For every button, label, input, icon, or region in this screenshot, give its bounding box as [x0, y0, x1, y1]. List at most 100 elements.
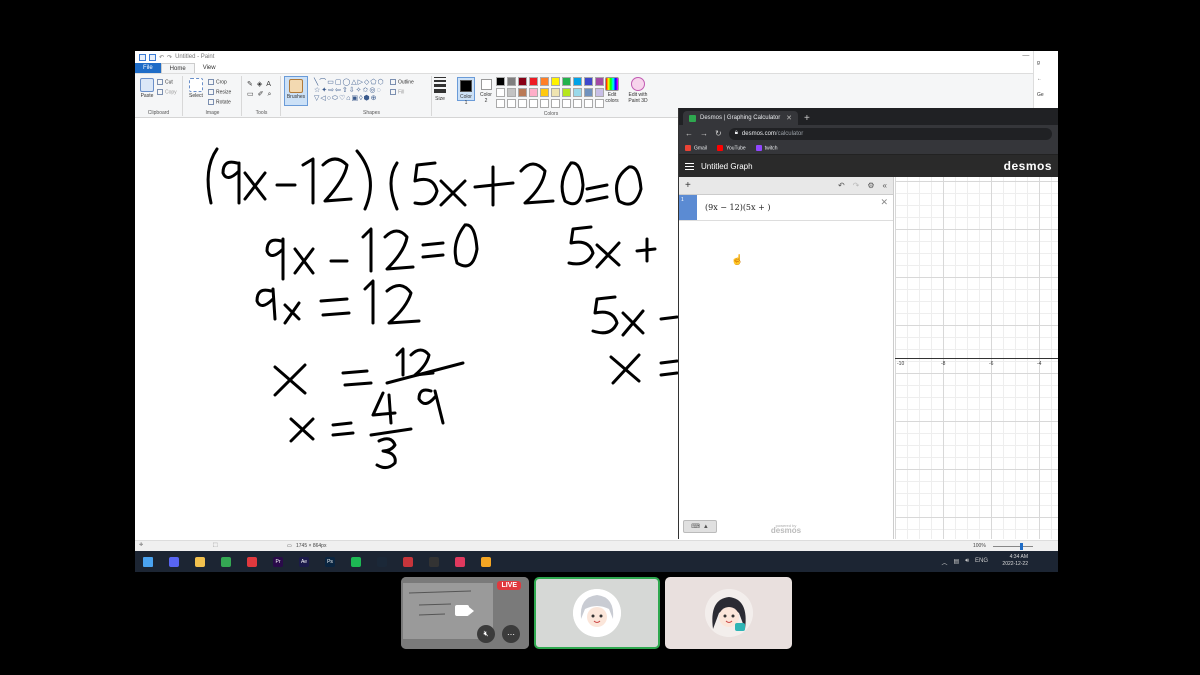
- fill-button[interactable]: Fill: [390, 89, 404, 95]
- app-red-icon[interactable]: [403, 556, 413, 567]
- delete-expression-icon[interactable]: ✕: [875, 195, 893, 220]
- premiere-icon[interactable]: Pr: [273, 556, 283, 567]
- color-swatch[interactable]: [518, 99, 527, 108]
- add-item-icon[interactable]: +: [685, 180, 691, 191]
- pencil-icon[interactable]: ✎: [247, 81, 257, 88]
- expression-row[interactable]: 1 (9x − 12)(5x + ) ✕: [679, 195, 893, 221]
- photoshop-icon[interactable]: Ps: [325, 556, 335, 567]
- color-swatch[interactable]: [540, 88, 549, 97]
- eraser-icon[interactable]: ▭: [247, 91, 258, 98]
- color-swatch[interactable]: [584, 77, 593, 86]
- edit-paint3d-button[interactable]: Edit with Paint 3D: [625, 77, 651, 104]
- background-chrome-window[interactable]: g ← Ge: [1033, 51, 1058, 108]
- chrome-icon[interactable]: [221, 556, 231, 567]
- color-swatch[interactable]: [507, 88, 516, 97]
- fill-icon[interactable]: ◈: [257, 81, 266, 88]
- collapse-icon[interactable]: «: [883, 181, 887, 190]
- resize-button[interactable]: Resize: [208, 89, 231, 95]
- tab-close-icon[interactable]: ✕: [786, 114, 792, 122]
- steam-icon[interactable]: [377, 556, 387, 567]
- color-swatch[interactable]: [496, 77, 505, 86]
- tab-file[interactable]: File: [135, 63, 161, 73]
- edit-colors-button[interactable]: Edit colors: [603, 77, 621, 104]
- screen-share-tile[interactable]: LIVE 🔇︎ ⋯: [401, 577, 529, 649]
- color-swatch[interactable]: [507, 77, 516, 86]
- back-icon[interactable]: ←: [685, 129, 693, 138]
- rotate-button[interactable]: Rotate: [208, 99, 231, 105]
- text-tool-icon[interactable]: A: [266, 81, 275, 88]
- tab-view[interactable]: View: [195, 63, 224, 73]
- expression-input[interactable]: (9x − 12)(5x + ): [697, 195, 875, 220]
- color-swatch[interactable]: [496, 99, 505, 108]
- color-swatch[interactable]: [496, 88, 505, 97]
- graph-title[interactable]: Untitled Graph: [701, 162, 753, 171]
- minimize-icon[interactable]: —: [1022, 52, 1029, 60]
- color-swatch[interactable]: [584, 88, 593, 97]
- paint-icon[interactable]: [481, 556, 491, 567]
- windows-icon[interactable]: [143, 556, 153, 567]
- color-swatch[interactable]: [562, 77, 571, 86]
- color-picker-icon[interactable]: ✐: [258, 91, 268, 98]
- settings-gear-icon[interactable]: ⚙: [867, 181, 874, 190]
- save-icon[interactable]: [149, 53, 156, 61]
- participant-tile[interactable]: [665, 577, 792, 649]
- size-button[interactable]: Size: [431, 77, 449, 102]
- participant-tile[interactable]: [534, 577, 660, 649]
- paste-button[interactable]: Paste: [139, 78, 155, 99]
- color2-button[interactable]: Color 2: [479, 77, 493, 104]
- back-icon[interactable]: ←: [1037, 71, 1055, 87]
- color1-button[interactable]: Color 1: [457, 77, 475, 106]
- volume-icon[interactable]: 🔊︎: [965, 558, 969, 567]
- network-icon[interactable]: ▤: [954, 558, 960, 567]
- chrome-tab-desmos[interactable]: Desmos | Graphing Calculator ✕: [683, 111, 798, 125]
- copy-button[interactable]: Copy: [157, 89, 177, 95]
- bookmark-gmail[interactable]: Gmail: [685, 144, 707, 151]
- color-swatch[interactable]: [551, 99, 560, 108]
- zoom-slider-thumb[interactable]: [1020, 543, 1023, 550]
- color-swatch[interactable]: [518, 77, 527, 86]
- redo-icon[interactable]: ↷: [853, 181, 860, 190]
- color-swatch[interactable]: [507, 99, 516, 108]
- color-swatch[interactable]: [562, 88, 571, 97]
- undo-icon[interactable]: ↶: [159, 54, 164, 61]
- redo-icon[interactable]: ↷: [167, 54, 172, 61]
- language-indicator[interactable]: ENG: [975, 558, 988, 567]
- mute-icon[interactable]: 🔇︎: [477, 625, 495, 643]
- graph-paper[interactable]: -10 -8 -6 -4: [895, 177, 1058, 539]
- opera-icon[interactable]: [247, 556, 257, 567]
- brushes-button[interactable]: Brushes: [284, 76, 308, 106]
- outline-button[interactable]: Outline: [390, 79, 414, 85]
- clock[interactable]: 4:34 AM 2022-12-22: [1002, 554, 1028, 568]
- color-swatch[interactable]: [562, 99, 571, 108]
- discord-icon[interactable]: [169, 556, 179, 567]
- file-explorer-icon[interactable]: [195, 556, 205, 567]
- forward-icon[interactable]: →: [700, 129, 708, 138]
- color-swatch[interactable]: [518, 88, 527, 97]
- bookmark-youtube[interactable]: YouTube: [717, 144, 746, 151]
- after-effects-icon[interactable]: Ae: [299, 556, 309, 567]
- color-swatch[interactable]: [540, 77, 549, 86]
- reload-icon[interactable]: ↻: [715, 129, 722, 138]
- gmail-bookmark[interactable]: Ge: [1037, 87, 1055, 103]
- menu-icon[interactable]: [685, 162, 694, 170]
- undo-icon[interactable]: ↶: [838, 181, 845, 190]
- tab-home[interactable]: Home: [160, 63, 195, 73]
- color-swatch[interactable]: [540, 99, 549, 108]
- color-swatch[interactable]: [573, 99, 582, 108]
- color-swatch[interactable]: [529, 77, 538, 86]
- cut-button[interactable]: Cut: [157, 79, 173, 85]
- color-swatch[interactable]: [529, 99, 538, 108]
- color-swatch[interactable]: [573, 88, 582, 97]
- address-bar[interactable]: 🔒︎ desmos.com/calculator: [728, 127, 1052, 140]
- paint-canvas[interactable]: [135, 119, 679, 539]
- color-swatch[interactable]: [584, 99, 593, 108]
- magnifier-icon[interactable]: ⌕: [268, 91, 276, 98]
- zoom-slider[interactable]: [993, 546, 1033, 547]
- color-swatch[interactable]: [551, 88, 560, 97]
- color-swatch[interactable]: [573, 77, 582, 86]
- chevron-up-icon[interactable]: ︿: [942, 558, 948, 567]
- spotify-icon[interactable]: [351, 556, 361, 567]
- bookmark-twitch[interactable]: twitch: [755, 144, 778, 151]
- shapes-gallery[interactable]: ╲⌒▭▢◯△▷◇⬠⬡ ☆✦⇨⇦⇧⇩✧✩◎◌ ▽◁○⬭♡⌂▣◊⬢⊕: [314, 79, 385, 103]
- app-pink-icon[interactable]: [455, 556, 465, 567]
